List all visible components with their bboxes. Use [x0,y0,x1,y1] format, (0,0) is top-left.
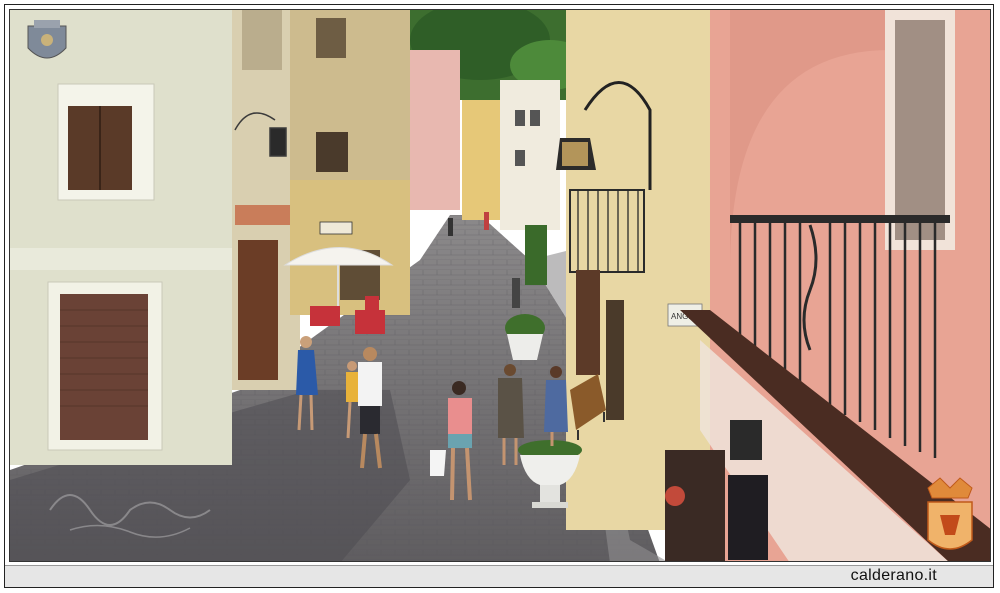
coat-of-arms-icon [27,20,67,59]
shuttered-door [60,294,148,440]
shop-doorway [238,240,278,380]
caption-bar: calderano.it [5,565,993,587]
crown-shield-logo-icon [927,477,973,550]
site-caption: calderano.it [850,567,937,584]
street-scene: ANGIPORTO [10,10,990,561]
street-photo: ANGIPORTO [9,9,991,562]
green-planter-far [525,225,547,285]
